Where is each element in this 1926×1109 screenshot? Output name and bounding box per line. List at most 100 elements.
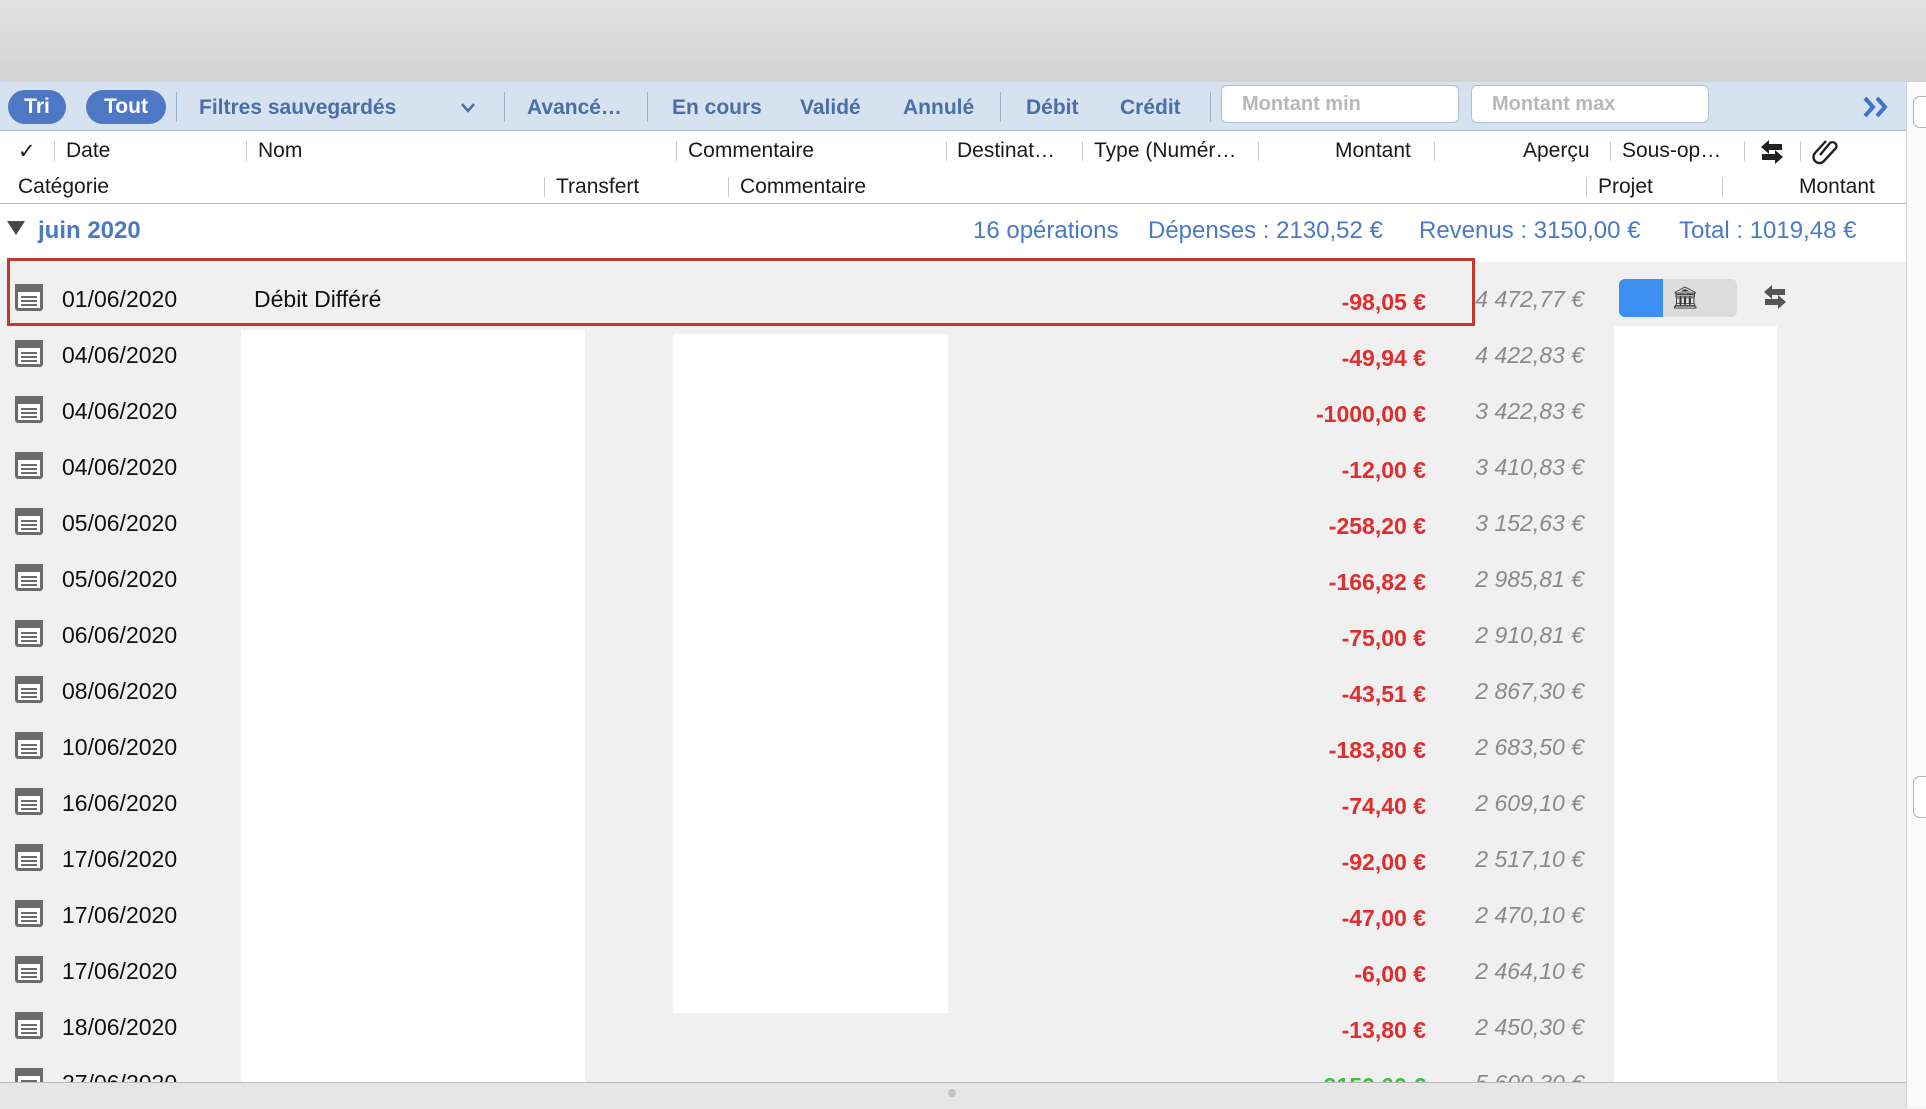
column-separator xyxy=(544,177,545,197)
sort-button[interactable]: Tri xyxy=(8,90,66,124)
group-title: juin 2020 xyxy=(38,217,141,244)
row-amount: -166,82 € xyxy=(1328,569,1426,595)
scrollbar-knob[interactable] xyxy=(1913,96,1926,128)
preview-color-swatch xyxy=(1619,279,1663,317)
subcolumn-category[interactable]: Catégorie xyxy=(18,175,109,199)
subcolumn-project[interactable]: Projet xyxy=(1598,175,1653,199)
row-balance: 2 609,10 € xyxy=(1475,790,1584,816)
group-count: 16 opérations xyxy=(973,217,1119,244)
group-total: Total : 1019,48 € xyxy=(1679,217,1857,244)
row-balance: 2 910,81 € xyxy=(1475,622,1584,648)
column-amount[interactable]: Montant xyxy=(1335,139,1411,163)
column-recipient[interactable]: Destinat… xyxy=(957,139,1055,163)
min-amount-field[interactable] xyxy=(1221,85,1459,123)
column-separator xyxy=(946,141,947,161)
column-separator xyxy=(1610,141,1611,161)
advanced-filter-button[interactable]: Avancé… xyxy=(527,91,622,125)
saved-filters-dropdown[interactable]: Filtres sauvegardés xyxy=(199,91,396,125)
row-amount: -43,51 € xyxy=(1341,681,1426,707)
row-date: 08/06/2020 xyxy=(62,678,178,704)
column-separator xyxy=(676,141,677,161)
calendar-icon xyxy=(15,284,43,311)
credit-filter[interactable]: Crédit xyxy=(1120,91,1181,125)
subcolumn-amount[interactable]: Montant xyxy=(1799,175,1875,199)
calendar-icon xyxy=(15,788,43,815)
row-balance: 4 472,77 € xyxy=(1475,286,1584,312)
chevron-down-icon[interactable] xyxy=(460,102,476,114)
in-progress-filter[interactable]: En cours xyxy=(672,91,762,125)
transfer-arrows-icon[interactable] xyxy=(1760,284,1790,310)
row-balance: 2 470,10 € xyxy=(1475,902,1584,928)
column-comment[interactable]: Commentaire xyxy=(688,139,814,163)
canceled-filter[interactable]: Annulé xyxy=(903,91,974,125)
preview-badge[interactable]: 🏛 xyxy=(1619,279,1737,317)
all-filter-button[interactable]: Tout xyxy=(86,90,166,124)
column-date[interactable]: Date xyxy=(66,139,110,163)
row-name: Débit Différé xyxy=(254,286,382,312)
row-balance: 3 422,83 € xyxy=(1475,398,1584,424)
column-preview[interactable]: Aperçu xyxy=(1523,139,1590,163)
row-amount: -12,00 € xyxy=(1341,457,1426,483)
redacted-preview-column xyxy=(1614,326,1777,1094)
row-date: 10/06/2020 xyxy=(62,734,178,760)
subcolumn-comment[interactable]: Commentaire xyxy=(740,175,866,199)
calendar-icon xyxy=(15,732,43,759)
row-amount: 3150,00 € xyxy=(1324,1073,1426,1082)
bank-icon: 🏛 xyxy=(1671,285,1699,310)
row-amount: -49,94 € xyxy=(1341,345,1426,371)
column-separator xyxy=(246,141,247,161)
row-balance: 2 683,50 € xyxy=(1475,734,1584,760)
row-date: 01/06/2020 xyxy=(62,286,178,312)
double-chevron-right-icon[interactable] xyxy=(1862,94,1892,120)
validated-filter[interactable]: Validé xyxy=(800,91,861,125)
row-balance: 5 600,30 € xyxy=(1475,1070,1584,1082)
column-name[interactable]: Nom xyxy=(258,139,302,163)
row-date: 05/06/2020 xyxy=(62,510,178,536)
column-separator xyxy=(1586,177,1587,197)
calendar-icon xyxy=(15,452,43,479)
row-date: 17/06/2020 xyxy=(62,902,178,928)
column-separator xyxy=(1082,141,1083,161)
toolbar-separator xyxy=(647,92,648,122)
calendar-icon xyxy=(15,620,43,647)
row-amount: -1000,00 € xyxy=(1316,401,1426,427)
subcolumn-transfer[interactable]: Transfert xyxy=(556,175,639,199)
row-date: 27/06/2020 xyxy=(62,1070,177,1082)
redacted-comment-column xyxy=(673,334,948,1013)
calendar-icon xyxy=(15,508,43,535)
group-expenses: Dépenses : 2130,52 € xyxy=(1148,217,1383,244)
column-separator xyxy=(54,141,55,161)
row-amount: -98,05 € xyxy=(1341,289,1426,315)
table-row[interactable]: 01/06/2020 Débit Différé -98,05 € 4 472,… xyxy=(0,270,1906,327)
calendar-icon xyxy=(15,396,43,423)
row-balance: 3 152,63 € xyxy=(1475,510,1584,536)
toolbar-separator xyxy=(504,92,505,122)
paperclip-icon[interactable] xyxy=(1812,137,1840,165)
transfer-arrows-icon[interactable] xyxy=(1757,139,1787,165)
month-group-header[interactable]: juin 2020 16 opérations Dépenses : 2130,… xyxy=(0,204,1906,262)
max-amount-input[interactable] xyxy=(1492,93,1692,116)
bottom-split-bar[interactable] xyxy=(0,1082,1906,1109)
row-balance: 4 422,83 € xyxy=(1475,342,1584,368)
column-header: ✓ Date Nom Commentaire Destinat… Type (N… xyxy=(0,131,1906,204)
row-date: 04/06/2020 xyxy=(62,342,178,368)
min-amount-input[interactable] xyxy=(1242,93,1442,116)
column-separator xyxy=(1744,141,1745,161)
column-type[interactable]: Type (Numér… xyxy=(1094,139,1236,163)
debit-filter[interactable]: Débit xyxy=(1026,91,1079,125)
scrollbar-knob[interactable] xyxy=(1913,776,1926,818)
resize-handle-icon[interactable] xyxy=(948,1089,956,1097)
calendar-icon xyxy=(15,340,43,367)
filter-toolbar: Tri Tout Filtres sauvegardés Avancé… En … xyxy=(0,82,1906,131)
disclosure-triangle-icon[interactable] xyxy=(7,221,25,235)
row-balance: 2 450,30 € xyxy=(1475,1014,1584,1040)
max-amount-field[interactable] xyxy=(1471,85,1709,123)
row-date: 06/06/2020 xyxy=(62,622,178,648)
vertical-scrollbar[interactable] xyxy=(1906,82,1926,1108)
row-amount: -75,00 € xyxy=(1341,625,1426,651)
row-amount: -13,80 € xyxy=(1341,1017,1426,1043)
column-sub-operations[interactable]: Sous-op… xyxy=(1622,139,1721,163)
calendar-icon xyxy=(15,564,43,591)
toolbar-separator xyxy=(176,92,177,122)
column-check[interactable]: ✓ xyxy=(18,139,36,164)
